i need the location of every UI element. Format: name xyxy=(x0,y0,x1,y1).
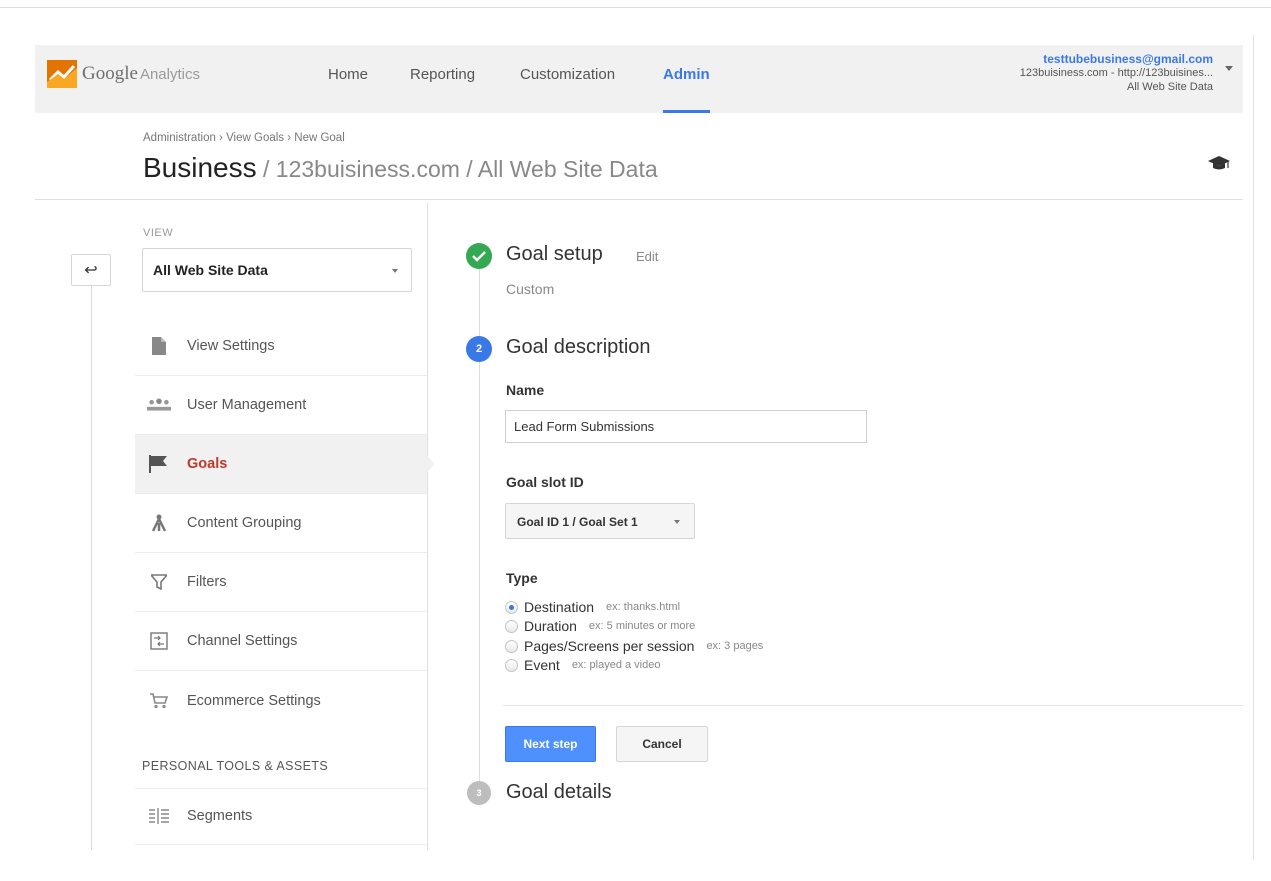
sidebar-item-segments[interactable]: Segments xyxy=(135,787,427,845)
nav-active-indicator xyxy=(663,110,710,113)
google-analytics-logo[interactable]: Google Analytics xyxy=(47,60,200,88)
frame-top-border xyxy=(0,7,1271,8)
form-divider xyxy=(502,705,1243,706)
content-grouping-icon xyxy=(147,513,171,533)
type-option-pages-screens[interactable]: Pages/Screens per session ex: 3 pages xyxy=(505,637,763,655)
goal-name-input[interactable] xyxy=(505,410,867,443)
account-dropdown-caret-icon[interactable] xyxy=(1225,66,1233,71)
step-number-badge: 2 xyxy=(466,336,492,362)
name-label: Name xyxy=(506,382,545,398)
title-divider xyxy=(35,199,1243,200)
back-button[interactable]: ↩ xyxy=(71,254,111,286)
view-label: VIEW xyxy=(143,227,174,239)
breadcrumb[interactable]: Administration › View Goals › New Goal xyxy=(143,132,345,144)
frame-right-border xyxy=(1253,35,1254,860)
channel-settings-icon xyxy=(147,631,171,651)
radio-button[interactable] xyxy=(505,600,518,614)
step-title-goal-setup: Goal setup xyxy=(506,243,603,265)
sidebar-border xyxy=(427,203,428,850)
flag-icon xyxy=(147,454,171,474)
sidebar-item-content-grouping[interactable]: Content Grouping xyxy=(135,494,427,553)
sidebar-item-ecommerce-settings[interactable]: Ecommerce Settings xyxy=(135,671,427,730)
page-title-main: Business xyxy=(143,152,257,183)
next-step-button[interactable]: Next step xyxy=(505,726,596,762)
sidebar-item-label: Ecommerce Settings xyxy=(187,692,321,709)
sidebar-item-user-management[interactable]: User Management xyxy=(135,376,427,435)
type-option-event[interactable]: Event ex: played a video xyxy=(505,656,660,674)
step-title-goal-details: Goal details xyxy=(506,781,612,803)
type-option-hint: ex: played a video xyxy=(571,659,661,671)
nav-admin[interactable]: Admin xyxy=(663,45,710,113)
step-number-badge: 3 xyxy=(467,781,491,805)
sidebar-item-label: View Settings xyxy=(187,338,275,354)
sidebar-item-label: User Management xyxy=(187,397,307,413)
chevron-down-icon xyxy=(674,520,680,524)
type-option-label: Duration xyxy=(524,618,577,634)
segments-icon xyxy=(147,806,171,826)
top-navigation-bar: Google Analytics Home Reporting Customiza… xyxy=(35,45,1243,113)
back-rail xyxy=(91,280,92,850)
goal-setup-value: Custom xyxy=(506,281,555,297)
sidebar-item-goals[interactable]: Goals xyxy=(135,435,435,494)
type-option-duration[interactable]: Duration ex: 5 minutes or more xyxy=(505,617,695,635)
sidebar-item-view-settings[interactable]: View Settings xyxy=(135,317,427,376)
users-icon xyxy=(147,395,171,415)
cancel-button[interactable]: Cancel xyxy=(616,726,708,762)
filter-icon xyxy=(147,572,171,592)
sidebar-item-filters[interactable]: Filters xyxy=(135,553,427,612)
goal-slot-select[interactable]: Goal ID 1 / Goal Set 1 xyxy=(505,503,695,539)
page-title-path: / 123buisiness.com / All Web Site Data xyxy=(256,156,658,182)
goal-setup-edit-link[interactable]: Edit xyxy=(636,249,658,264)
radio-button[interactable] xyxy=(505,619,518,633)
nav-admin-label: Admin xyxy=(663,66,710,83)
sidebar-item-label: Channel Settings xyxy=(187,633,298,649)
sidebar-item-channel-settings[interactable]: Channel Settings xyxy=(135,612,427,671)
type-option-label: Destination xyxy=(524,599,595,615)
active-item-notch xyxy=(427,456,435,472)
sidebar-item-label: Goals xyxy=(187,456,228,472)
radio-button[interactable] xyxy=(505,639,518,653)
graduation-cap-icon[interactable] xyxy=(1208,154,1230,172)
sidebar-item-label: Segments xyxy=(187,807,253,824)
analytics-logo-icon xyxy=(47,60,77,88)
step-title-goal-description: Goal description xyxy=(506,336,651,358)
type-option-destination[interactable]: Destination ex: thanks.html xyxy=(505,598,680,616)
account-email: testtubebusiness@gmail.com xyxy=(1043,52,1213,66)
nav-reporting[interactable]: Reporting xyxy=(410,45,475,113)
radio-button[interactable] xyxy=(505,658,518,672)
document-icon xyxy=(147,336,171,356)
sidebar-item-label: Content Grouping xyxy=(187,515,302,531)
nav-home[interactable]: Home xyxy=(328,45,368,113)
type-label: Type xyxy=(506,570,538,586)
type-option-hint: ex: 3 pages xyxy=(706,640,764,652)
account-view: All Web Site Data xyxy=(1126,81,1213,93)
chevron-down-icon xyxy=(392,269,398,273)
cart-icon xyxy=(147,691,171,711)
goal-slot-value: Goal ID 1 / Goal Set 1 xyxy=(517,515,638,529)
sidebar-item-label: Filters xyxy=(187,574,227,590)
view-select-value: All Web Site Data xyxy=(153,262,268,278)
nav-customization[interactable]: Customization xyxy=(520,45,615,113)
step-complete-check-icon xyxy=(466,243,492,269)
section-heading-personal-tools: PERSONAL TOOLS & ASSETS xyxy=(142,759,329,773)
page-title: Business / 123buisiness.com / All Web Si… xyxy=(143,152,658,184)
type-option-label: Pages/Screens per session xyxy=(524,638,695,654)
view-select[interactable]: All Web Site Data xyxy=(142,248,412,292)
type-option-hint: ex: thanks.html xyxy=(606,601,681,613)
logo-text: Google Analytics xyxy=(82,63,200,84)
account-property: 123buisiness.com - http://123buisines... xyxy=(1019,67,1213,79)
goal-slot-label: Goal slot ID xyxy=(506,474,584,490)
back-arrow-icon: ↩ xyxy=(84,262,98,279)
type-option-label: Event xyxy=(524,657,560,673)
type-option-hint: ex: 5 minutes or more xyxy=(588,620,696,632)
account-switcher[interactable]: testtubebusiness@gmail.com 123buisiness.… xyxy=(1020,52,1213,94)
